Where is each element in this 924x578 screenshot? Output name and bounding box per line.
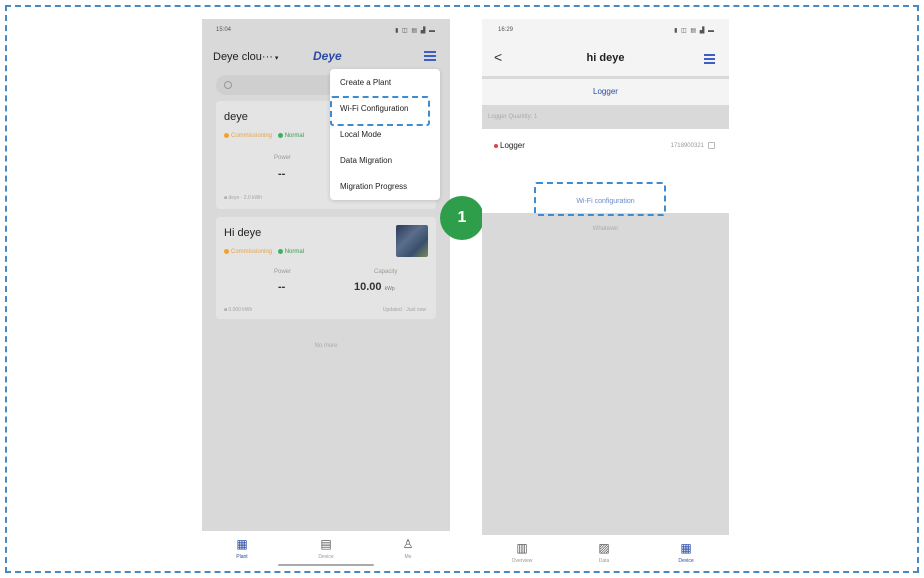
account-selector[interactable]: Deye clou··· ▾ (213, 51, 278, 63)
person-icon: ♙ (402, 537, 414, 551)
tab-strip: Logger (482, 79, 729, 105)
menu-item-local-mode[interactable]: Local Mode (340, 130, 381, 139)
plant-icon: ▦ (236, 537, 248, 551)
footer-note: Whatever (592, 226, 619, 232)
tab-overview[interactable]: ▥ Overview (502, 541, 542, 564)
menu-item-data-migration[interactable]: Data Migration (340, 156, 392, 165)
status-bar: 16:29 ▮ ◫ ▤ ▟ ▬ (482, 19, 729, 41)
calendar-icon: ▤ (320, 537, 332, 551)
step-number-badge: 1 (440, 196, 484, 240)
tab-me[interactable]: ♙ Me (388, 537, 428, 560)
menu-icon[interactable] (424, 51, 436, 61)
tab-plant[interactable]: ▦ Plant (222, 537, 262, 560)
plus-dropdown-menu: Create a Plant Wi-Fi Configuration Local… (330, 69, 440, 200)
app-header: 16:29 ▮ ◫ ▤ ▟ ▬ < hi deye (482, 19, 729, 76)
capacity-label: Capacity (374, 269, 398, 275)
tab-device[interactable]: ▤ Device (306, 537, 346, 560)
plant-tags: Commissioning Normal (224, 249, 304, 255)
device-icon: ▦ (680, 541, 692, 555)
plant-online: Normal (284, 133, 305, 140)
power-value: -- (278, 281, 286, 293)
page-title: hi deye (586, 52, 625, 64)
online-dot-icon (277, 249, 283, 254)
bottom-tab-bar: ▥ Overview ▨ Data ▦ Device (482, 535, 729, 568)
plant-footer: ■ 0.000 kWh (224, 307, 253, 313)
plant-status: Commissioning (231, 133, 273, 140)
plant-tags: Commissioning Normal (224, 133, 304, 139)
logger-serial: 1718900321 (671, 142, 715, 149)
power-label: Power (274, 155, 292, 161)
deye-logo: Deye (313, 49, 342, 63)
plant-photo (396, 225, 428, 257)
power-label: Power (274, 269, 292, 275)
logger-name: Logger (494, 141, 525, 150)
menu-item-migration-progress[interactable]: Migration Progress (340, 182, 407, 191)
status-icons: ▮ ◫ ▤ ▟ ▬ (395, 28, 436, 34)
offline-dot-icon (494, 143, 498, 148)
chevron-down-icon: ▾ (274, 55, 279, 62)
search-icon (224, 81, 232, 89)
image-icon: ▨ (598, 541, 610, 555)
menu-icon[interactable] (704, 54, 715, 64)
phone-screen-plant-list: 15:04 ▮ ◫ ▤ ▟ ▬ Deye clou··· ▾ Deye deye … (202, 19, 450, 568)
status-dot-icon (224, 249, 229, 254)
tab-data[interactable]: ▨ Data (584, 541, 624, 564)
plant-status: Commissioning (231, 249, 273, 256)
power-value: -- (278, 168, 286, 180)
account-title: Deye clou··· (213, 51, 273, 63)
capacity-value: 10.00 kWp (354, 281, 395, 293)
dashed-frame (5, 5, 919, 573)
plant-name: deye (224, 111, 248, 123)
no-more-label: No more (314, 343, 338, 349)
tab-logger[interactable]: Logger (482, 87, 729, 96)
online-dot-icon (277, 133, 283, 138)
home-indicator (278, 564, 374, 566)
capacity-unit: kWp (384, 286, 395, 292)
plant-name: Hi deye (224, 227, 262, 239)
status-dot-icon (224, 133, 229, 138)
tab-device[interactable]: ▦ Device (666, 541, 706, 564)
highlight-box (330, 96, 430, 126)
highlight-box (534, 182, 666, 216)
plant-updated: Updated · Just now (382, 307, 426, 313)
document-icon: ▥ (516, 541, 528, 555)
status-time: 16:29 (498, 27, 514, 33)
status-time: 15:04 (216, 27, 232, 33)
copy-icon[interactable] (708, 142, 715, 149)
menu-item-create-plant[interactable]: Create a Plant (340, 78, 391, 87)
plant-footer: ■ deye · 2.0 kWh (224, 195, 263, 201)
status-icons: ▮ ◫ ▤ ▟ ▬ (674, 28, 715, 34)
status-bar: 15:04 ▮ ◫ ▤ ▟ ▬ (202, 19, 450, 41)
section-label: Logger Quantity: 1 (488, 114, 538, 120)
plant-online: Normal (284, 249, 305, 256)
phone-screen-plant-detail: 16:29 ▮ ◫ ▤ ▟ ▬ < hi deye Logger Logger … (482, 19, 729, 568)
plant-card[interactable]: Hi deye Commissioning Normal Power -- Ca… (216, 217, 436, 319)
bottom-tab-bar: ▦ Plant ▤ Device ♙ Me (202, 531, 450, 568)
